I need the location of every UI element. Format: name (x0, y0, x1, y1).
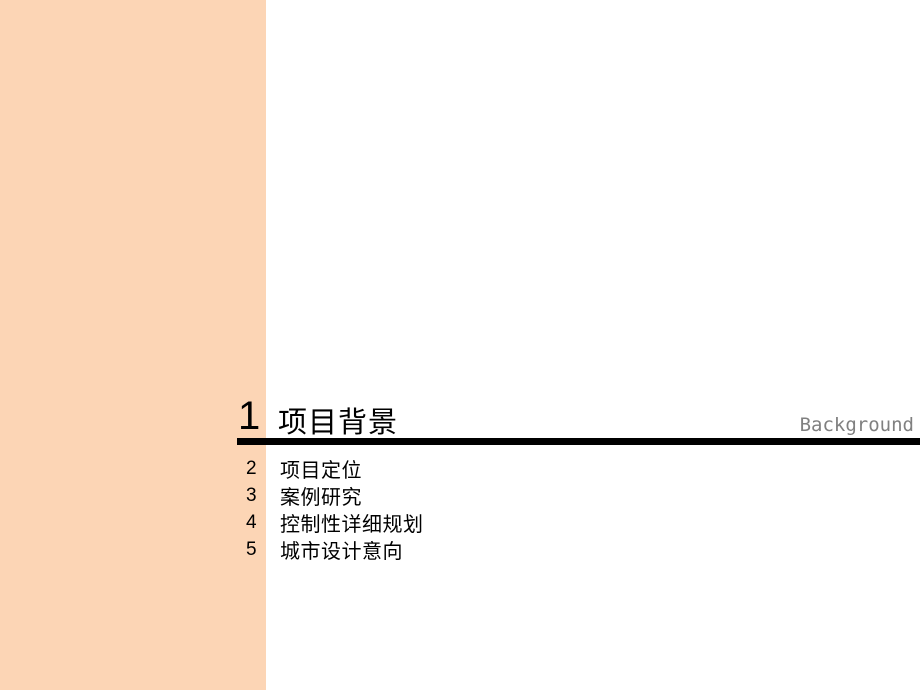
toc-item-number: 5 (246, 538, 257, 560)
side-panel (0, 0, 266, 690)
toc-item-label: 控制性详细规划 (280, 512, 424, 536)
toc-item: 3 案例研究 (240, 482, 424, 510)
toc-item-number: 4 (246, 511, 257, 533)
current-section-subtitle: Background (799, 414, 914, 436)
toc-item-label: 项目定位 (280, 458, 362, 482)
toc-item-label: 城市设计意向 (280, 539, 403, 563)
current-section-title: 项目背景 (278, 405, 399, 439)
table-of-contents: 2 项目定位 3 案例研究 4 控制性详细规划 5 城市设计意向 (240, 455, 424, 564)
toc-item-number: 2 (246, 457, 257, 479)
toc-item: 2 项目定位 (240, 455, 424, 483)
slide: 1 项目背景 Background 2 项目定位 3 案例研究 4 控制性详细规… (0, 0, 920, 690)
toc-item-number: 3 (246, 484, 257, 506)
toc-item: 5 城市设计意向 (240, 536, 424, 564)
toc-item: 4 控制性详细规划 (240, 509, 424, 537)
toc-item-label: 案例研究 (280, 485, 362, 509)
current-section-number: 1 (238, 394, 261, 438)
title-divider (237, 438, 920, 445)
